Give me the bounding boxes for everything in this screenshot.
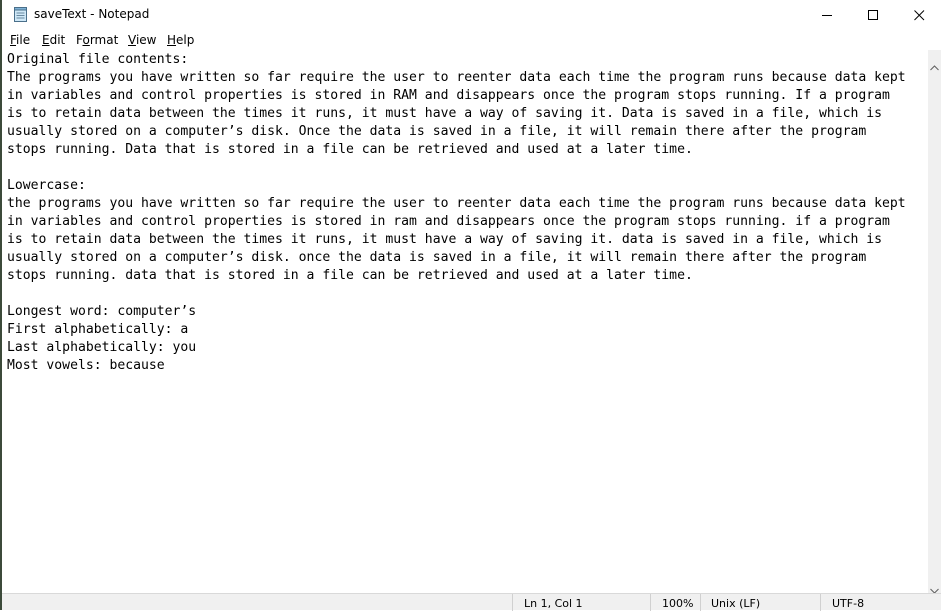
- line-ending: Unix (LF): [711, 597, 761, 610]
- status-bar: Ln 1, Col 1 100% Unix (LF) UTF-8: [2, 593, 941, 611]
- title-bar[interactable]: saveText - Notepad: [2, 0, 941, 30]
- menu-edit[interactable]: Edit: [42, 33, 65, 47]
- minimize-button[interactable]: [804, 0, 850, 30]
- menu-format[interactable]: Format: [76, 33, 118, 47]
- maximize-button[interactable]: [850, 0, 896, 30]
- menu-help[interactable]: Help: [167, 33, 194, 47]
- menu-view[interactable]: View: [128, 33, 156, 47]
- encoding: UTF-8: [832, 597, 865, 610]
- notepad-window: saveText - Notepad File Edit Format View…: [0, 0, 941, 611]
- close-button[interactable]: [896, 0, 941, 30]
- status-position-cell: Ln 1, Col 1: [512, 594, 650, 611]
- window-title: saveText - Notepad: [34, 7, 150, 21]
- menu-bar: File Edit Format View Help: [2, 30, 941, 50]
- cursor-position: Ln 1, Col 1: [524, 597, 583, 610]
- minimize-icon: [821, 10, 833, 21]
- text-editor[interactable]: Original file contents: The programs you…: [2, 50, 928, 593]
- notepad-icon: [14, 7, 27, 22]
- vertical-scrollbar[interactable]: [928, 50, 941, 594]
- scroll-up-arrow-icon[interactable]: [930, 56, 939, 75]
- close-icon: [913, 9, 925, 21]
- zoom-level: 100%: [662, 597, 694, 610]
- status-encoding-cell: UTF-8: [820, 594, 941, 611]
- editor-content[interactable]: Original file contents: The programs you…: [7, 51, 906, 375]
- menu-file[interactable]: File: [10, 33, 30, 47]
- maximize-icon: [867, 9, 879, 21]
- status-zoom-cell: 100%: [650, 594, 700, 611]
- status-line-ending-cell: Unix (LF): [700, 594, 820, 611]
